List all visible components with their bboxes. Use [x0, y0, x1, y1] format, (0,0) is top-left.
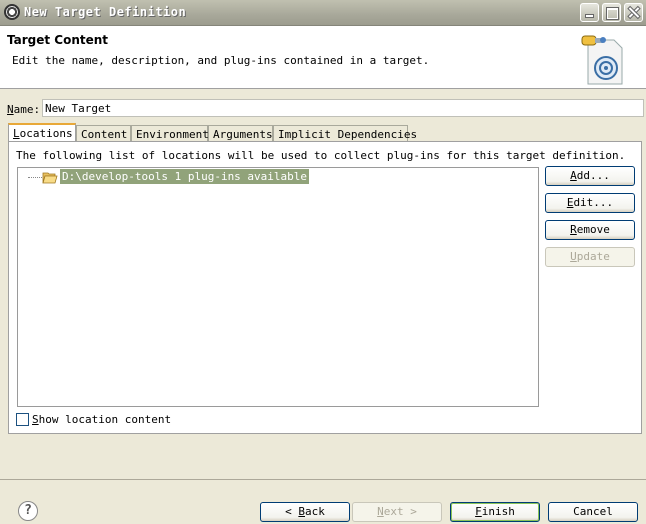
- tab-implicit-dependencies[interactable]: Implicit Dependencies: [273, 125, 417, 141]
- name-input[interactable]: [42, 99, 644, 117]
- back-button[interactable]: < Back: [260, 502, 350, 522]
- help-icon[interactable]: ?: [18, 501, 38, 521]
- show-location-content-checkbox[interactable]: [16, 413, 29, 426]
- locations-panel: The following list of locations will be …: [8, 141, 642, 434]
- locations-description: The following list of locations will be …: [16, 149, 626, 162]
- page-title: Target Content: [7, 33, 109, 47]
- window-title: New Target Definition: [24, 5, 187, 19]
- footer-separator: [0, 479, 646, 480]
- update-button[interactable]: Update: [545, 247, 635, 267]
- locations-list[interactable]: D:\develop-tools 1 plug-ins available: [17, 167, 539, 407]
- name-label: Name:: [7, 103, 41, 116]
- show-location-content-label: Show location content: [32, 413, 172, 426]
- tab-locations[interactable]: Locations: [8, 123, 76, 142]
- page-description: Edit the name, description, and plug-ins…: [12, 54, 430, 67]
- cancel-button[interactable]: Cancel: [548, 502, 638, 522]
- title-bar: New Target Definition: [0, 0, 646, 26]
- tab-arguments[interactable]: Arguments: [208, 125, 273, 141]
- tab-content[interactable]: Content: [76, 125, 131, 141]
- remove-button[interactable]: Remove: [545, 220, 635, 240]
- minimize-button[interactable]: [580, 3, 599, 22]
- close-button[interactable]: [624, 3, 643, 22]
- app-icon: [4, 4, 20, 20]
- edit-button[interactable]: Edit...: [545, 193, 635, 213]
- folder-open-icon: [42, 172, 58, 184]
- tab-environment[interactable]: Environment: [131, 125, 209, 141]
- maximize-button[interactable]: [602, 3, 621, 22]
- location-item[interactable]: D:\develop-tools 1 plug-ins available: [60, 169, 310, 184]
- finish-button[interactable]: Finish: [450, 502, 540, 522]
- target-wizard-icon: [581, 35, 623, 85]
- next-button[interactable]: Next >: [352, 502, 442, 522]
- add-button[interactable]: Add...: [545, 166, 635, 186]
- wizard-header: Target Content Edit the name, descriptio…: [0, 26, 646, 89]
